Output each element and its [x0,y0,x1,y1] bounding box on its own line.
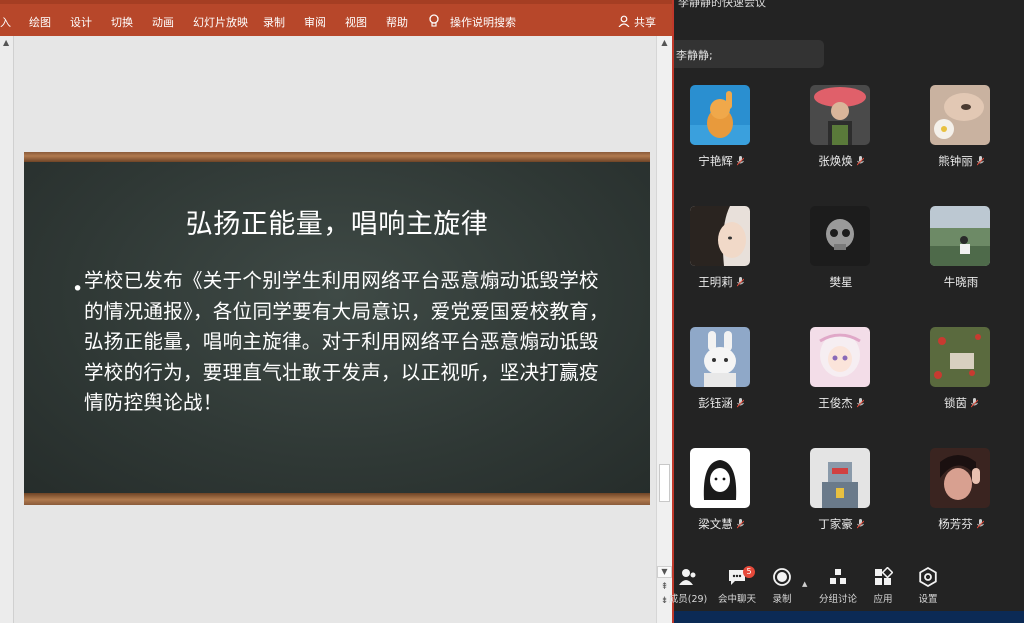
avatar-bunny-image [690,327,750,387]
participant-tile[interactable]: 王明莉 [678,206,764,289]
participant-tile[interactable]: 彭钰涵 [678,327,764,410]
lightbulb-icon [429,14,439,27]
avatar-selfie-image [930,448,990,508]
avatar-cat-image [690,85,750,145]
ribbon-tab-bar: 入 绘图 设计 切换 动画 幻灯片放映 录制 审阅 视图 帮助 操作说明搜索 共… [0,0,672,36]
avatar-robot-image [810,448,870,508]
microphone-icon [971,398,978,408]
gear-icon [919,567,937,587]
thumbnail-pane-edge: ▲ [0,36,14,623]
taskbar-strip [674,611,1024,623]
meeting-panel: 李静静的快速会议 李静静; 宁艳辉 张焕焕 熊钟丽 王明莉 樊星 牛晓雨 彭钰涵… [669,0,1024,623]
avatar-cartoon-girl-image [690,448,750,508]
tab-design[interactable]: 设计 [70,14,92,30]
members-button[interactable]: 成员(29) [660,563,716,607]
participant-tile[interactable]: 丁家豪 [798,448,884,531]
tab-insert[interactable]: 入 [0,14,11,30]
participant-tile[interactable]: 杨芳芬 [918,448,1004,531]
chevron-up-icon[interactable]: ▲ [3,38,9,47]
bullet-marker: • [72,278,84,300]
avatar-girl-image [690,206,750,266]
avatar-anime-image [810,327,870,387]
meeting-title: 李静静的快速会议 [678,0,766,9]
share-person-icon[interactable] [618,15,630,27]
avatar-flower-image [930,85,990,145]
participant-tile[interactable]: 牛晓雨 [918,206,1004,289]
tab-help[interactable]: 帮助 [386,14,408,30]
tab-transitions[interactable]: 切换 [111,14,133,30]
members-icon [679,569,696,585]
scrollbar-thumb[interactable] [659,464,670,502]
meeting-toolbar: 成员(29) 5 会中聊天 录制 ▲ 分组讨论 应用 设置 [669,563,1024,609]
participant-name: 张焕焕 [818,154,853,168]
participant-name: 王明莉 [698,275,733,289]
participant-name: 丁家豪 [818,517,853,531]
title-bar-strip [0,0,672,4]
chalkboard-frame-top [24,152,650,162]
participant-name: 牛晓雨 [943,275,979,289]
microphone-icon [976,519,984,529]
microphone-icon [736,519,744,529]
participant-name: 梁文慧 [698,517,733,531]
avatar-landscape-image [930,206,990,266]
microphone-icon [976,156,984,166]
chalkboard-frame-bottom [24,493,650,505]
participant-name: 彭钰涵 [698,396,733,410]
participant-tile[interactable]: 宁艳辉 [678,85,764,168]
share-button[interactable]: 共享 [634,14,656,30]
microphone-icon [856,519,864,529]
participant-tile[interactable]: 锁茵 [918,327,1004,410]
active-speaker-label: 李静静; [674,40,824,68]
tab-view[interactable]: 视图 [345,14,367,30]
members-label: 成员(29) [668,594,708,605]
participant-tile[interactable]: 王俊杰 [798,327,884,410]
chalkboard: 弘扬正能量，唱响主旋律 • 学校已发布《关于个别学生利用网络平台恶意煽动诋毁学校… [24,162,650,493]
screen: 入 绘图 设计 切换 动画 幻灯片放映 录制 审阅 视图 帮助 操作说明搜索 共… [0,0,1024,623]
microphone-icon [736,277,744,287]
participant-tile[interactable]: 张焕焕 [798,85,884,168]
participant-tile[interactable]: 樊星 [798,206,884,289]
participant-name: 杨芳芬 [938,517,973,531]
avatar-person-image [810,85,870,145]
participant-name: 熊钟丽 [938,154,973,168]
tab-record[interactable]: 录制 [263,14,285,30]
vertical-scrollbar[interactable]: ▲ ▼ ⇞ ⇟ [656,36,672,623]
slide-body-text[interactable]: 学校已发布《关于个别学生利用网络平台恶意煽动诋毁学校的情况通报》，各位同学要有大… [84,266,614,419]
tab-animations[interactable]: 动画 [152,14,174,30]
record-icon [773,568,791,586]
avatar-painting-image [930,327,990,387]
powerpoint-window: 入 绘图 设计 切换 动画 幻灯片放映 录制 审阅 视图 帮助 操作说明搜索 共… [0,0,672,623]
record-label: 录制 [772,594,792,605]
microphone-icon [736,398,744,408]
slide-title[interactable]: 弘扬正能量，唱响主旋律 [24,202,650,241]
participant-tile[interactable]: 熊钟丽 [918,85,1004,168]
settings-label: 设置 [918,594,938,605]
participant-name: 锁茵 [944,396,967,410]
microphone-icon [856,156,864,166]
tab-draw[interactable]: 绘图 [29,14,51,30]
slide[interactable]: 弘扬正能量，唱响主旋律 • 学校已发布《关于个别学生利用网络平台恶意煽动诋毁学校… [24,152,650,505]
settings-button[interactable]: 设置 [900,563,956,607]
participant-tile[interactable]: 梁文慧 [678,448,764,531]
breakout-rooms-icon [830,569,846,584]
participant-name: 宁艳辉 [698,154,733,168]
tab-review[interactable]: 审阅 [304,14,326,30]
participant-name: 王俊杰 [818,396,853,410]
avatar-skull-image [810,206,870,266]
tell-me-search[interactable]: 操作说明搜索 [450,14,516,30]
tab-slideshow[interactable]: 幻灯片放映 [193,14,248,30]
record-options-caret-icon[interactable]: ▲ [802,580,807,588]
microphone-icon [856,398,864,408]
participant-name: 樊星 [829,275,853,289]
scroll-up-icon[interactable]: ▲ [657,36,672,50]
apps-icon [875,567,893,585]
microphone-icon [736,156,744,166]
